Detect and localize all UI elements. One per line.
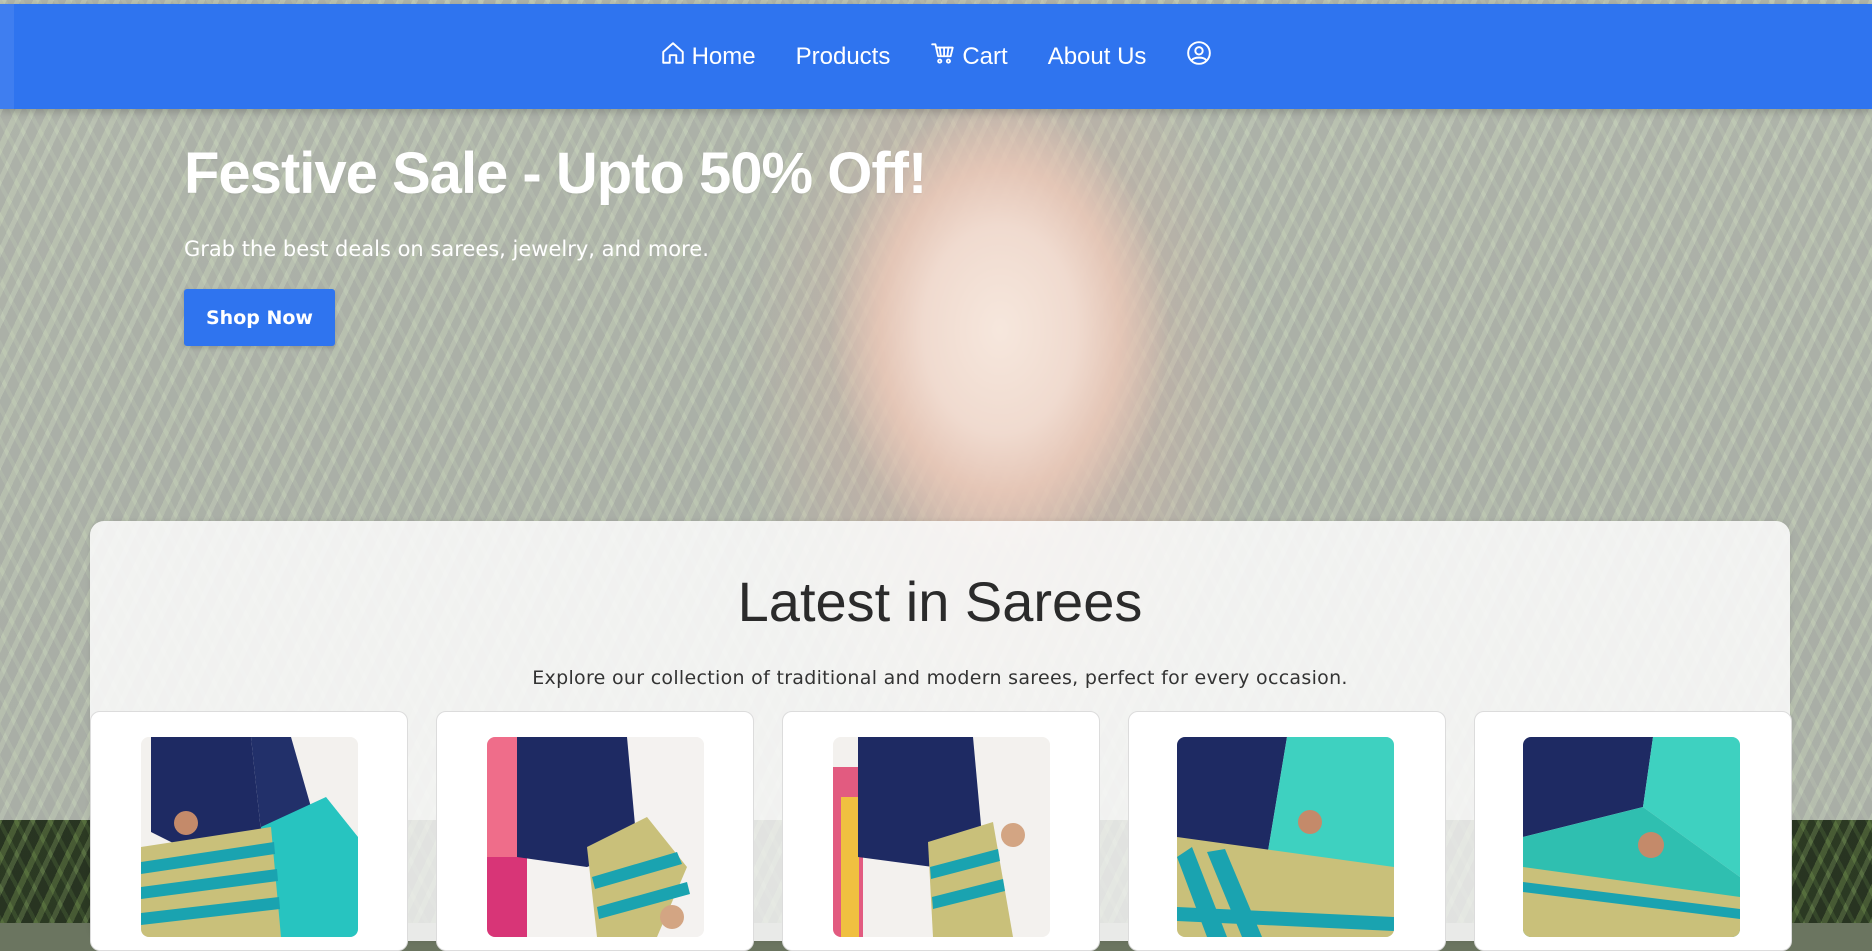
saree-image[interactable] <box>1177 737 1394 937</box>
section-subtitle: Explore our collection of traditional an… <box>532 667 1348 689</box>
latest-sarees-section: Latest in Sarees Explore our collection … <box>90 521 1792 951</box>
nav-cart-label: Cart <box>962 42 1008 70</box>
shop-now-button[interactable]: Shop Now <box>184 289 335 346</box>
nav-profile[interactable] <box>1186 40 1212 73</box>
nav-products-label: Products <box>795 42 891 70</box>
product-card[interactable] <box>782 711 1100 951</box>
section-title: Latest in Sarees <box>737 570 1143 633</box>
saree-image[interactable] <box>833 737 1050 937</box>
nav-home[interactable]: Home <box>660 40 756 73</box>
product-grid <box>90 711 1792 951</box>
hero: Festive Sale - Upto 50% Off! Grab the be… <box>184 130 927 346</box>
user-circle-icon <box>1186 40 1212 73</box>
product-card[interactable] <box>1128 711 1446 951</box>
navbar: Home Products Cart About Us <box>0 4 1872 109</box>
product-card[interactable] <box>90 711 408 951</box>
product-card[interactable] <box>436 711 754 951</box>
home-icon <box>660 40 686 73</box>
navbar-edge <box>0 4 14 109</box>
cart-icon <box>930 40 956 73</box>
saree-image[interactable] <box>1523 737 1740 937</box>
nav-home-label: Home <box>691 42 756 70</box>
nav-about[interactable]: About Us <box>1048 43 1147 71</box>
nav-products[interactable]: Products <box>796 43 891 71</box>
nav-list: Home Products Cart About Us <box>660 40 1213 73</box>
hero-title: Festive Sale - Upto 50% Off! <box>184 141 927 206</box>
product-card[interactable] <box>1474 711 1792 951</box>
hero-subtitle: Grab the best deals on sarees, jewelry, … <box>184 237 709 261</box>
nav-about-label: About Us <box>1047 42 1147 70</box>
saree-image[interactable] <box>141 737 358 937</box>
nav-cart[interactable]: Cart <box>930 40 1008 73</box>
saree-image[interactable] <box>487 737 704 937</box>
